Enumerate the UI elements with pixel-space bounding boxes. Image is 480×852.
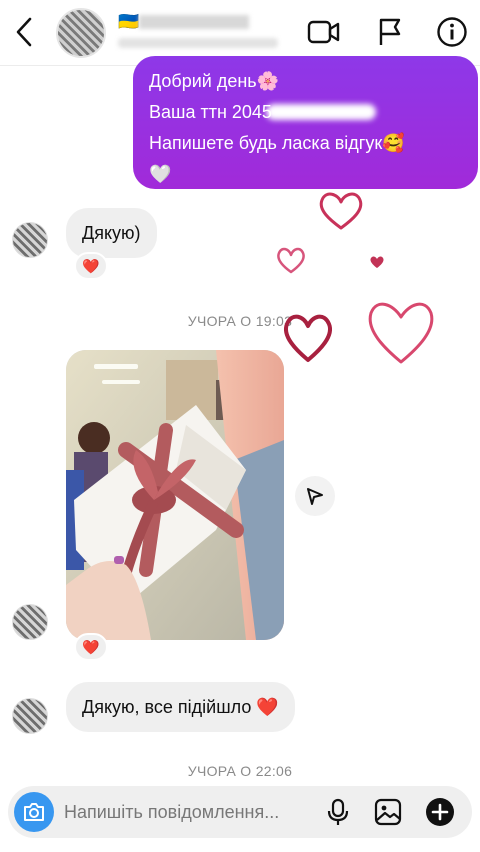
chevron-left-icon [16,17,32,47]
timestamp: УЧОРА О 22:06 [187,763,293,779]
received-message-bubble[interactable]: Дякую) [66,208,157,258]
heart-icon [277,247,305,274]
received-message-text: Дякую) [82,222,141,243]
more-options-button[interactable] [424,796,456,828]
photo-content-image [66,350,284,640]
reaction-badge[interactable]: ❤️ [74,633,108,661]
send-arrow-icon [307,488,323,505]
sender-avatar[interactable] [12,698,48,734]
info-icon [437,17,467,47]
voice-message-button[interactable] [322,796,354,828]
info-button[interactable] [434,14,470,50]
video-call-button[interactable] [306,14,342,50]
sender-avatar[interactable] [12,604,48,640]
gallery-button[interactable] [372,796,404,828]
message-input[interactable] [64,786,326,838]
contact-name[interactable]: 🇺🇦 [118,12,250,32]
contact-avatar[interactable] [56,8,106,58]
received-message-text: Дякую, все підійшло ❤️ [82,696,279,717]
heart-icon [319,192,363,230]
plus-circle-icon [426,798,454,826]
sent-line-3: Напишете будь ласка відгук🥰 [149,133,405,153]
back-button[interactable] [10,14,38,50]
report-button[interactable] [372,14,408,50]
share-button[interactable] [295,476,335,516]
message-composer [8,786,472,838]
camera-button[interactable] [14,792,54,832]
microphone-icon [327,798,349,825]
sender-avatar[interactable] [12,222,48,258]
sent-line-2-text: Ваша ттн 2045 [149,102,272,122]
photo-message[interactable] [66,350,284,640]
flag-icon [379,18,401,45]
contact-username-redacted [118,38,278,48]
heart-icon [370,256,384,268]
received-message-bubble[interactable]: Дякую, все підійшло ❤️ [66,682,295,732]
timestamp: УЧОРА О 19:03 [187,313,293,329]
sent-line-4: 🤍 [149,164,172,184]
sent-line-2: Ваша ттн 2045 [149,97,462,128]
reaction-badge[interactable]: ❤️ [74,252,108,280]
camera-icon [24,803,44,821]
heart-reaction-icon: ❤️ [82,638,100,655]
contact-name-redacted [139,15,250,29]
image-icon [374,798,402,826]
tracking-number-redacted [265,104,376,120]
video-camera-icon [307,20,340,44]
sent-message-bubble[interactable]: Добрий день🌸 Ваша ттн 2045 Напишете будь… [133,56,478,189]
heart-reaction-icon: ❤️ [82,257,100,274]
contact-name-text: 🇺🇦 [118,12,140,31]
sent-line-1: Добрий день🌸 [149,71,280,91]
